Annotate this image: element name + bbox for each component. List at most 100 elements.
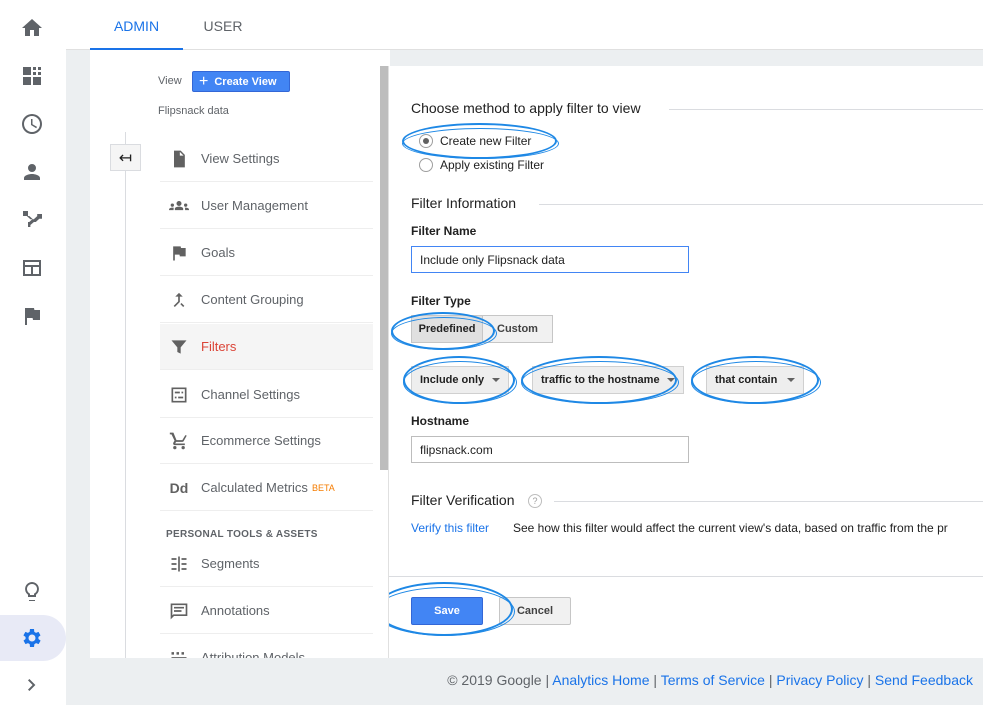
create-view-button[interactable]: + Create View xyxy=(192,71,290,92)
dashboard-icon[interactable] xyxy=(20,64,44,88)
save-button[interactable]: Save xyxy=(411,597,483,625)
filter-type-label: Filter Type xyxy=(411,294,471,308)
lightbulb-icon[interactable] xyxy=(20,580,44,604)
flag-icon[interactable] xyxy=(20,304,44,328)
nav-item-annotations[interactable]: Annotations xyxy=(160,588,373,634)
caret-down-icon xyxy=(492,378,500,382)
verify-filter-link[interactable]: Verify this filter xyxy=(411,521,489,535)
nav-item-label: User Management xyxy=(201,198,308,213)
cart-icon xyxy=(168,430,190,452)
privacy-policy-link[interactable]: Privacy Policy xyxy=(776,672,863,688)
nav-item-user-management[interactable]: User Management xyxy=(160,183,373,229)
dropdown-value: traffic to the hostname xyxy=(541,374,660,386)
nav-item-content-grouping[interactable]: Content Grouping xyxy=(160,277,373,323)
caret-down-icon xyxy=(787,378,795,382)
divider xyxy=(554,501,983,502)
filter-name-input[interactable] xyxy=(411,246,689,273)
method-section-title: Choose method to apply filter to view xyxy=(411,100,641,116)
nav-item-view-settings[interactable]: View Settings xyxy=(160,136,373,182)
analytics-home-link[interactable]: Analytics Home xyxy=(552,672,649,688)
footer-separator: | xyxy=(545,672,550,688)
footer-separator: | xyxy=(867,672,872,688)
funnel-icon xyxy=(168,336,190,358)
verification-title: Filter Verification xyxy=(411,492,515,508)
admin-settings-button[interactable] xyxy=(0,615,66,661)
left-rail xyxy=(0,0,66,705)
divider xyxy=(539,204,983,205)
tree-line xyxy=(125,132,126,658)
nav-item-ecommerce-settings[interactable]: Ecommerce Settings xyxy=(160,418,373,464)
nav-item-label: Attribution Models xyxy=(201,650,306,658)
expression-dropdown[interactable]: that contain xyxy=(706,366,804,394)
nav-item-segments[interactable]: Segments xyxy=(160,541,373,587)
nav-item-goals[interactable]: Goals xyxy=(160,230,373,276)
divider xyxy=(669,109,983,110)
hostname-input[interactable] xyxy=(411,436,689,463)
nav-item-label: Segments xyxy=(201,556,260,571)
behavior-icon[interactable] xyxy=(20,256,44,280)
radio-label: Create new Filter xyxy=(440,134,532,148)
document-icon xyxy=(168,148,190,170)
people-icon xyxy=(168,195,190,217)
settings-icon xyxy=(23,629,41,647)
predefined-button[interactable]: Predefined xyxy=(411,315,483,343)
cancel-button[interactable]: Cancel xyxy=(499,597,571,625)
copyright-text: © 2019 Google xyxy=(447,672,542,688)
dd-icon: Dd xyxy=(169,479,189,496)
nav-item-attribution-models[interactable]: Attribution Models xyxy=(160,635,373,658)
nav-item-label: Annotations xyxy=(201,603,270,618)
filter-name-label: Filter Name xyxy=(411,224,477,238)
nav-item-filters[interactable]: Filters xyxy=(160,324,373,370)
home-icon[interactable] xyxy=(20,16,44,40)
include-exclude-dropdown[interactable]: Include only xyxy=(411,366,509,394)
nav-item-label: Goals xyxy=(201,245,235,260)
radio-apply-existing-filter[interactable]: Apply existing Filter xyxy=(419,158,544,172)
nav-item-label: View Settings xyxy=(201,151,280,166)
nav-item-label: Calculated Metrics xyxy=(201,480,308,495)
footer: © 2019 Google | Analytics Home | Terms o… xyxy=(447,672,973,688)
expand-icon[interactable] xyxy=(20,673,44,697)
radio-button[interactable] xyxy=(419,158,433,172)
view-nav-panel: View + Create View Flipsnack data ↤ View… xyxy=(90,50,390,658)
filter-info-title: Filter Information xyxy=(411,195,517,211)
tab-admin[interactable]: ADMIN xyxy=(90,0,183,50)
plus-icon: + xyxy=(199,72,209,90)
clock-icon[interactable] xyxy=(20,112,44,136)
filter-form-panel: Choose method to apply filter to view Cr… xyxy=(388,66,983,658)
merge-icon xyxy=(168,289,190,311)
footer-separator: | xyxy=(768,672,773,688)
beta-badge: BETA xyxy=(311,482,335,493)
attribution-icon xyxy=(168,647,190,658)
radio-button[interactable] xyxy=(419,134,433,148)
back-arrow-button[interactable]: ↤ xyxy=(110,144,141,171)
personal-tools-heading: PERSONAL TOOLS & ASSETS xyxy=(166,529,318,540)
segments-icon xyxy=(168,553,190,575)
channel-icon xyxy=(168,384,190,406)
nav-item-channel-settings[interactable]: Channel Settings xyxy=(160,372,373,418)
divider xyxy=(389,576,983,577)
nav-item-calculated-metrics[interactable]: Dd Calculated Metrics BETA xyxy=(160,465,373,511)
view-name: Flipsnack data xyxy=(158,105,229,117)
comment-icon xyxy=(168,600,190,622)
person-icon[interactable] xyxy=(20,160,44,184)
flag-icon xyxy=(168,242,190,264)
terms-of-service-link[interactable]: Terms of Service xyxy=(661,672,765,688)
help-icon[interactable]: ? xyxy=(528,494,542,508)
dropdown-value: Include only xyxy=(420,374,485,386)
nav-item-label: Ecommerce Settings xyxy=(201,433,321,448)
view-label: View xyxy=(158,75,182,87)
radio-create-new-filter[interactable]: Create new Filter xyxy=(419,134,531,148)
send-feedback-link[interactable]: Send Feedback xyxy=(875,672,973,688)
caret-down-icon xyxy=(667,378,675,382)
nav-item-label: Content Grouping xyxy=(201,292,304,307)
nav-item-label: Filters xyxy=(201,339,237,354)
tab-user[interactable]: USER xyxy=(188,0,258,50)
create-view-label: Create View xyxy=(214,75,277,88)
verify-description: See how this filter would affect the cur… xyxy=(513,521,948,535)
dropdown-value: that contain xyxy=(715,374,778,386)
acquisition-icon[interactable] xyxy=(20,208,44,232)
custom-button[interactable]: Custom xyxy=(482,315,553,343)
source-dropdown[interactable]: traffic to the hostname xyxy=(532,366,684,394)
nav-item-label: Channel Settings xyxy=(201,387,301,402)
footer-separator: | xyxy=(653,672,658,688)
